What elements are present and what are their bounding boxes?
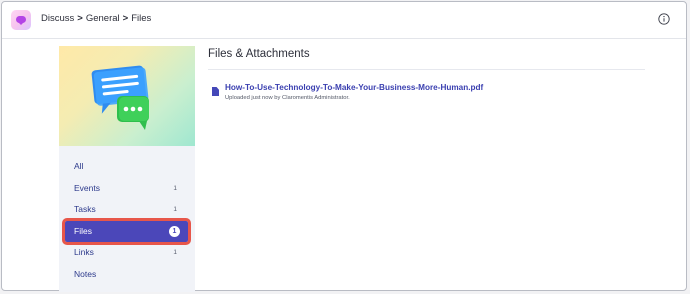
sidebar-item-files[interactable]: Files 1: [62, 217, 191, 245]
sidebar: All Events 1 Tasks 1 Files 1 Links 1 Not…: [59, 46, 195, 292]
sidebar-item-all[interactable]: All: [59, 156, 195, 178]
breadcrumb-separator: >: [122, 13, 129, 24]
page-title: Files & Attachments: [208, 48, 310, 60]
chat-bubble-icon[interactable]: [11, 10, 31, 30]
top-bar: Discuss > General > Files: [2, 2, 686, 39]
file-meta: Uploaded just now by Claromentis Adminis…: [225, 95, 350, 101]
breadcrumb-general[interactable]: General: [86, 13, 120, 24]
sidebar-item-label: Tasks: [74, 204, 96, 214]
sidebar-item-label: Links: [74, 247, 94, 257]
file-link[interactable]: How-To-Use-Technology-To-Make-Your-Busin…: [225, 83, 483, 92]
sidebar-nav: All Events 1 Tasks 1 Files 1 Links 1 Not…: [59, 156, 195, 285]
breadcrumb-discuss[interactable]: Discuss: [41, 13, 74, 24]
sidebar-item-links[interactable]: Links 1: [59, 242, 195, 264]
hero-image: [59, 46, 195, 146]
sidebar-item-label: Files: [74, 225, 92, 236]
count-badge: 1: [173, 206, 177, 213]
breadcrumb: Discuss > General > Files: [41, 13, 151, 24]
app-window: Discuss > General > Files All Events 1 T…: [1, 1, 687, 292]
list-item: How-To-Use-Technology-To-Make-Your-Busin…: [212, 83, 642, 107]
info-icon[interactable]: [658, 13, 670, 25]
sidebar-item-events[interactable]: Events 1: [59, 178, 195, 200]
breadcrumb-files: Files: [131, 13, 152, 24]
divider: [208, 69, 645, 70]
count-badge: 1: [173, 249, 177, 256]
breadcrumb-separator: >: [77, 13, 83, 24]
sidebar-item-label: Events: [74, 182, 100, 193]
sidebar-item-label: Notes: [74, 268, 97, 279]
document-icon: [212, 87, 219, 96]
chat-bubbles-illustration: [91, 65, 149, 130]
sidebar-item-notes[interactable]: Notes: [59, 264, 195, 286]
count-badge: 1: [169, 225, 180, 237]
sidebar-item-tasks[interactable]: Tasks 1: [59, 199, 195, 221]
sidebar-item-label: All: [74, 161, 84, 171]
count-badge: 1: [173, 184, 177, 192]
